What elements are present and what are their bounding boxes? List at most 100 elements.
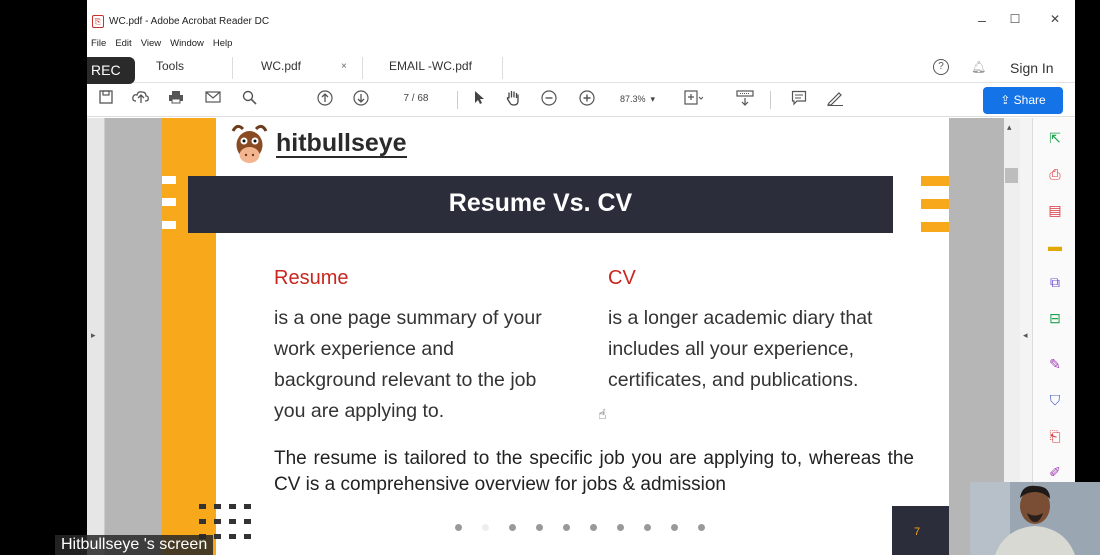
close-tab-icon[interactable]: × <box>341 61 347 72</box>
menu-help[interactable]: Help <box>213 38 233 49</box>
current-page-field[interactable]: 7 <box>393 93 409 104</box>
recording-label: REC <box>91 62 121 78</box>
hand-cursor-icon: ☝︎ <box>598 406 607 422</box>
fit-page-icon[interactable] <box>684 90 704 111</box>
menu-edit[interactable]: Edit <box>115 38 131 49</box>
scrollbar-thumb[interactable] <box>1005 168 1018 183</box>
chevron-down-icon: ▾ <box>648 94 656 104</box>
webcam-thumbnail <box>970 482 1100 555</box>
close-window-button[interactable]: ✕ <box>1045 12 1065 26</box>
export-pdf-icon[interactable]: ⇱ <box>1047 130 1063 146</box>
page-number-box: 7 <box>892 506 949 555</box>
resume-line: you are applying to. <box>274 400 445 422</box>
fill-sign-icon[interactable]: ✎ <box>1047 356 1063 372</box>
compress-pdf-icon[interactable]: ⎗ <box>1047 428 1063 444</box>
title-banner: Resume Vs. CV <box>188 176 893 233</box>
combine-files-icon[interactable]: ⧉ <box>1047 274 1063 290</box>
email-icon[interactable] <box>203 90 223 108</box>
pager-dot <box>455 524 462 531</box>
protect-icon[interactable]: ⛉ <box>1047 392 1063 408</box>
scroll-mode-icon[interactable] <box>735 90 755 111</box>
slide-pager <box>455 524 705 531</box>
pager-dot <box>482 524 489 531</box>
brand-logo-text: hitbullseye <box>276 129 407 158</box>
pager-dot <box>671 524 678 531</box>
menu-bar: File Edit View Window Help <box>91 38 232 49</box>
share-button[interactable]: ⇪ Share <box>983 87 1063 114</box>
pager-dot <box>509 524 516 531</box>
cv-line: includes all your experience, <box>608 338 855 360</box>
more-tools-icon[interactable]: ✐ <box>1047 464 1063 480</box>
pager-dot <box>644 524 651 531</box>
resume-line: background relevant to the job <box>274 369 537 391</box>
toolbar-divider <box>457 91 458 109</box>
recording-indicator: REC <box>87 57 135 84</box>
total-pages: / 68 <box>411 93 429 104</box>
summary-text: The resume is tailored to the specific j… <box>274 448 914 495</box>
notification-bell-icon[interactable]: 🔔︎ <box>971 60 986 74</box>
organize-pages-icon[interactable]: ▤ <box>1047 202 1063 218</box>
hand-icon[interactable] <box>503 90 523 111</box>
collapse-right-panel-icon[interactable]: ◂ <box>1023 330 1028 341</box>
cv-line: is a longer academic diary that <box>608 307 873 329</box>
minimize-button[interactable]: – <box>972 12 992 28</box>
select-cursor-icon[interactable] <box>470 90 490 110</box>
menu-view[interactable]: View <box>141 38 161 49</box>
zoom-in-icon[interactable] <box>577 90 597 111</box>
title-bar: ⎘ WC.pdf - Adobe Acrobat Reader DC – ☐ ✕… <box>87 0 1075 49</box>
resume-description: is a one page summary of your work exper… <box>274 303 542 427</box>
cv-heading: CV <box>608 267 636 289</box>
help-icon[interactable]: ? <box>933 59 949 75</box>
bull-logo-icon <box>231 124 268 163</box>
comment-icon[interactable] <box>789 90 809 111</box>
prev-page-icon[interactable] <box>315 90 335 111</box>
tab-divider <box>362 57 363 79</box>
document-area: ▸ hitbullseye Resume Vs. CV Resume is a … <box>87 118 1012 555</box>
create-pdf-icon[interactable]: ⎙ <box>1047 166 1063 182</box>
screen-share-label: Hitbullseye 's screen <box>55 535 214 555</box>
presenter-video-image <box>970 482 1100 555</box>
resume-line: work experience and <box>274 338 454 360</box>
share-label: Share <box>1013 93 1046 107</box>
cv-description: is a longer academic diary that includes… <box>608 303 872 396</box>
tab-email-wc-pdf[interactable]: EMAIL -WC.pdf <box>389 59 472 73</box>
window-title: WC.pdf - Adobe Acrobat Reader DC <box>109 16 270 27</box>
slide-title: Resume Vs. CV <box>448 189 633 217</box>
expand-left-panel-icon[interactable]: ▸ <box>91 330 96 341</box>
comment-tool-icon[interactable]: ▬ <box>1047 238 1063 254</box>
tab-divider <box>502 57 503 79</box>
pager-dot <box>698 524 705 531</box>
tab-wc-pdf[interactable]: WC.pdf <box>261 59 301 73</box>
pager-dot <box>536 524 543 531</box>
sign-in-button[interactable]: Sign In <box>1010 60 1054 76</box>
tab-bar: Tools WC.pdf × EMAIL -WC.pdf ? 🔔︎ Sign I… <box>87 53 1075 83</box>
search-icon[interactable] <box>239 90 259 110</box>
tab-divider <box>232 57 233 79</box>
pager-dot <box>563 524 570 531</box>
menu-file[interactable]: File <box>91 38 106 49</box>
share-icon: ⇪ <box>1000 93 1014 107</box>
menu-window[interactable]: Window <box>170 38 204 49</box>
upload-icon[interactable] <box>131 90 151 109</box>
left-nav-rail[interactable]: ▸ <box>87 118 105 555</box>
print-icon[interactable] <box>166 90 186 109</box>
scroll-up-icon[interactable]: ▴ <box>1007 122 1012 133</box>
maximize-button[interactable]: ☐ <box>1005 12 1025 26</box>
pen-icon[interactable] <box>825 90 845 111</box>
cv-line: certificates, and publications. <box>608 369 859 391</box>
zoom-select[interactable]: 87.3% ▾ <box>620 94 655 105</box>
toolbar-divider <box>770 91 771 109</box>
pdf-app-icon: ⎘ <box>92 15 104 28</box>
edit-pdf-icon[interactable]: ⊟ <box>1047 310 1063 326</box>
page-indicator[interactable]: 7 / 68 <box>393 93 428 104</box>
tab-tools[interactable]: Tools <box>156 59 184 73</box>
zoom-out-icon[interactable] <box>539 90 559 111</box>
next-page-icon[interactable] <box>351 90 371 111</box>
pager-dot <box>617 524 624 531</box>
pdf-page: hitbullseye Resume Vs. CV Resume is a on… <box>162 118 949 555</box>
resume-heading: Resume <box>274 267 349 289</box>
save-icon[interactable] <box>96 90 116 109</box>
pager-dot <box>590 524 597 531</box>
acrobat-window: ⎘ WC.pdf - Adobe Acrobat Reader DC – ☐ ✕… <box>87 0 1075 555</box>
zoom-value: 87.3% <box>620 94 646 104</box>
